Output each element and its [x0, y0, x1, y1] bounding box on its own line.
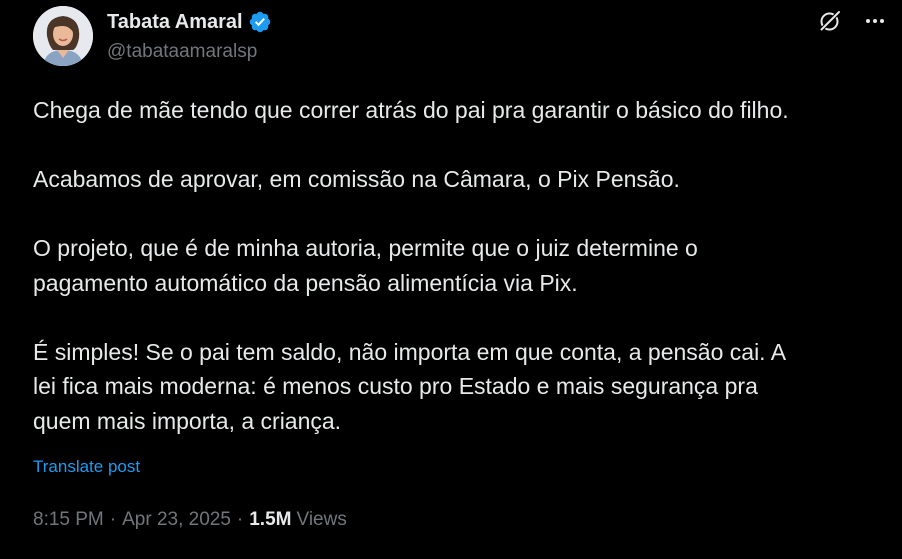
author-name-row: Tabata Amaral [107, 9, 272, 35]
meta-separator: · [236, 509, 244, 530]
post-meta: 8:15 PM · Apr 23, 2025 · 1.5M Views [33, 509, 347, 531]
post-line: O projeto, que é de minha autoria, permi… [33, 235, 698, 261]
grok-button[interactable] [815, 8, 845, 38]
post-line: lei fica mais moderna: é menos custo pro… [33, 373, 758, 399]
avatar[interactable] [33, 6, 93, 66]
post-line: Chega de mãe tendo que correr atrás do p… [33, 97, 789, 123]
views-count[interactable]: 1.5M [249, 509, 291, 531]
post-line: Acabamos de aprovar, em comissão na Câma… [33, 166, 680, 192]
post-text: Chega de mãe tendo que correr atrás do p… [33, 93, 893, 438]
author-display-name[interactable]: Tabata Amaral [107, 11, 243, 34]
post-date[interactable]: Apr 23, 2025 [122, 509, 231, 531]
post-line: pagamento automático da pensão alimentíc… [33, 269, 578, 296]
views-label: Views [296, 509, 347, 530]
post-line: É simples! Se o pai tem saldo, não impor… [33, 338, 787, 365]
author-handle[interactable]: @tabataamaralsp [107, 41, 257, 63]
avatar-photo [33, 6, 93, 66]
verified-badge-icon[interactable] [248, 10, 272, 34]
post-time[interactable]: 8:15 PM [33, 509, 104, 531]
meta-separator: · [109, 509, 117, 530]
post-paragraph: É simples! Se o pai tem saldo, não impor… [33, 335, 893, 439]
post-paragraph: Chega de mãe tendo que correr atrás do p… [33, 93, 893, 128]
grok-icon [818, 9, 842, 38]
post-paragraph: Acabamos de aprovar, em comissão na Câma… [33, 162, 893, 197]
more-horizontal-icon [863, 9, 887, 38]
post-line: quem mais importa, a criança. [33, 407, 342, 434]
more-options-button[interactable] [855, 8, 895, 38]
post-paragraph: O projeto, que é de minha autoria, permi… [33, 231, 893, 300]
translate-post-link[interactable]: Translate post [33, 457, 140, 477]
